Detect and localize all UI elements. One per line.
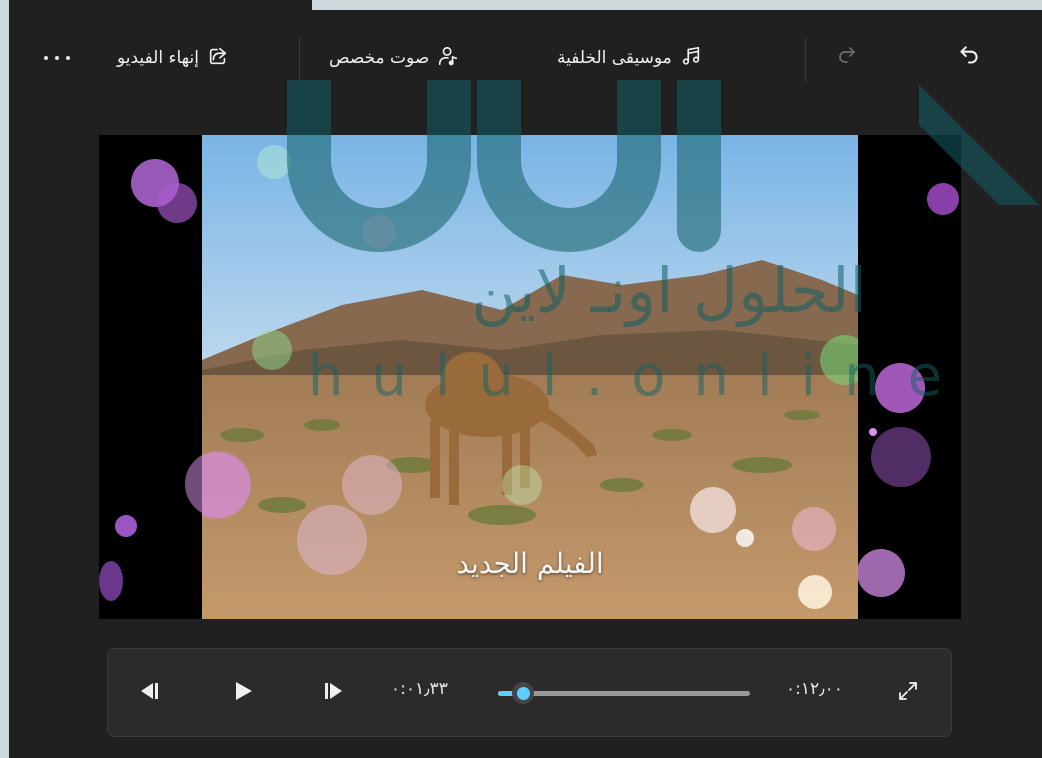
- bokeh-light: [362, 215, 396, 249]
- window-frame-left: [0, 0, 9, 758]
- expand-icon: [897, 680, 919, 706]
- person-audio-icon: [437, 45, 459, 72]
- undo-icon: [956, 43, 982, 73]
- bokeh-light: [927, 183, 959, 215]
- more-dots-icon: [44, 56, 48, 60]
- bokeh-light: [342, 455, 402, 515]
- music-note-icon: [680, 45, 702, 72]
- seek-thumb-dot: [516, 686, 530, 700]
- more-dot: [55, 56, 59, 60]
- bokeh-light: [736, 529, 754, 547]
- toolbar-divider: [299, 38, 300, 82]
- play-icon: [232, 680, 254, 706]
- step-back-button[interactable]: [130, 673, 170, 713]
- step-back-icon: [139, 681, 161, 705]
- toolbar: إنهاء الفيديو صوت مخصص موسيقى الخلفية: [9, 10, 1042, 102]
- share-export-icon: [207, 45, 229, 72]
- video-preview[interactable]: الفيلم الجديد: [99, 135, 961, 619]
- bokeh-light: [690, 487, 736, 533]
- total-time: ٠:١٢٫٠٠: [786, 679, 843, 699]
- bokeh-light: [798, 575, 832, 609]
- play-button[interactable]: [223, 673, 263, 713]
- finish-video-button[interactable]: إنهاء الفيديو: [117, 40, 229, 76]
- bokeh-light: [871, 427, 931, 487]
- background-music-button[interactable]: موسيقى الخلفية: [557, 40, 702, 76]
- seek-bar[interactable]: [498, 682, 750, 704]
- undo-button[interactable]: [949, 38, 989, 78]
- background-music-label: موسيقى الخلفية: [557, 48, 672, 68]
- bokeh-light: [252, 330, 292, 370]
- finish-video-label: إنهاء الفيديو: [117, 48, 199, 68]
- redo-icon: [835, 44, 859, 72]
- toolbar-divider: [805, 38, 806, 82]
- current-time: ٠:٠١٫٣٣: [391, 679, 448, 699]
- bokeh-light: [257, 145, 291, 179]
- bokeh-light: [115, 515, 137, 537]
- redo-button[interactable]: [827, 38, 867, 78]
- bokeh-light: [502, 465, 542, 505]
- seek-thumb[interactable]: [512, 682, 535, 704]
- video-editor: إنهاء الفيديو صوت مخصص موسيقى الخلفية ال…: [9, 10, 1042, 758]
- more-options-button[interactable]: [33, 38, 81, 78]
- title-caption: الفيلم الجديد: [456, 547, 604, 580]
- fullscreen-button[interactable]: [888, 673, 928, 713]
- bokeh-light: [157, 183, 197, 223]
- window-frame-top: [312, 0, 1042, 10]
- playback-controls: ٠:٠١٫٣٣ ٠:١٢٫٠٠: [107, 648, 952, 737]
- custom-audio-label: صوت مخصص: [329, 48, 430, 68]
- step-forward-icon: [322, 681, 344, 705]
- bokeh-light: [792, 507, 836, 551]
- more-dot: [66, 56, 70, 60]
- custom-audio-button[interactable]: صوت مخصص: [329, 40, 459, 76]
- bokeh-light: [875, 363, 925, 413]
- step-forward-button[interactable]: [313, 673, 353, 713]
- bokeh-light: [185, 451, 251, 517]
- bokeh-light: [869, 428, 877, 436]
